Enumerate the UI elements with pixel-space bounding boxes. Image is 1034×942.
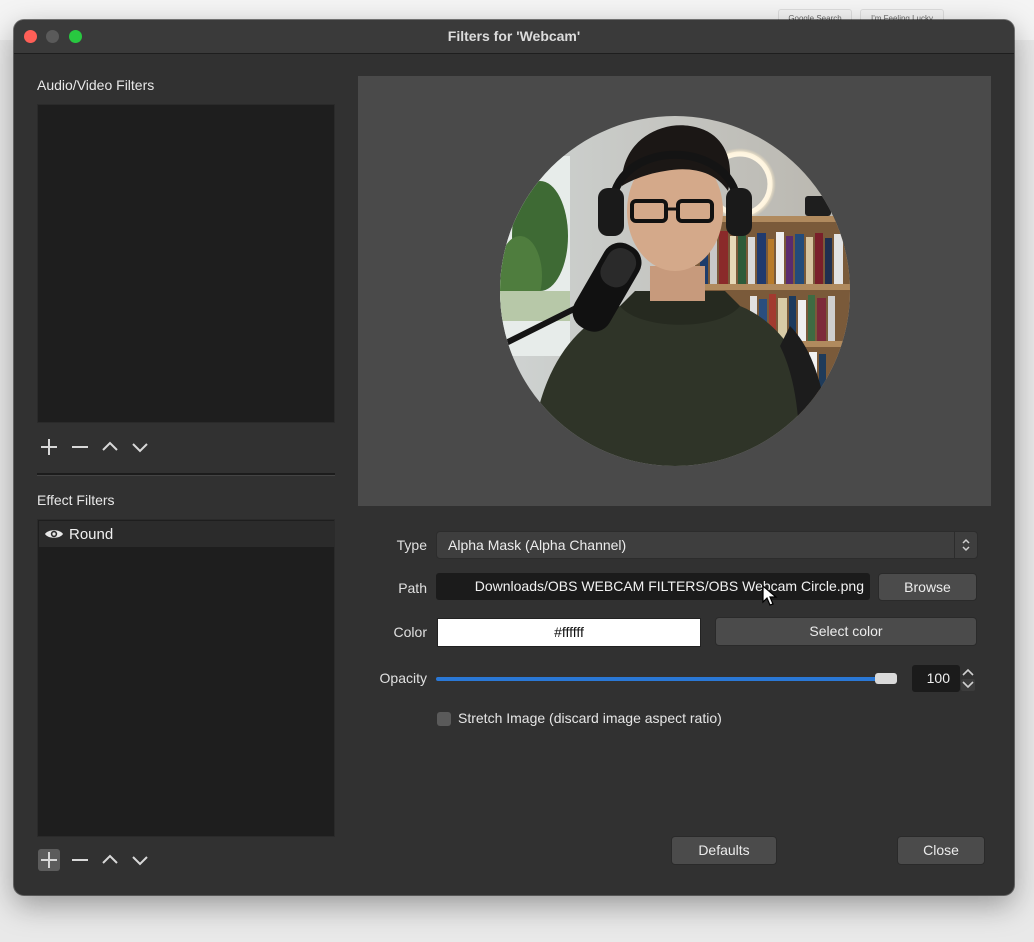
effect-filters-label: Effect Filters [37, 492, 115, 508]
opacity-slider[interactable] [436, 677, 881, 681]
eye-icon[interactable] [43, 526, 65, 542]
av-filters-list[interactable] [37, 104, 335, 423]
color-label: Color [393, 624, 427, 640]
chevron-up-icon [102, 854, 118, 864]
filters-window: Filters for 'Webcam' Audio/Video Filters… [14, 20, 1014, 895]
close-button[interactable]: Close [897, 836, 985, 865]
list-item[interactable]: Round [39, 521, 335, 547]
select-color-button[interactable]: Select color [715, 617, 977, 646]
type-select[interactable]: Alpha Mask (Alpha Channel) [436, 531, 978, 559]
browse-button[interactable]: Browse [878, 573, 977, 601]
opacity-stepper[interactable] [960, 666, 976, 692]
path-input-value: Downloads/OBS WEBCAM FILTERS/OBS Webcam … [474, 578, 864, 594]
type-label: Type [396, 537, 427, 553]
path-label: Path [398, 580, 427, 596]
chevron-up-icon [962, 668, 974, 676]
av-add-filter-button[interactable] [38, 436, 60, 458]
mouse-cursor-icon [762, 584, 778, 612]
effect-move-up-button[interactable] [99, 849, 121, 871]
plus-icon [41, 439, 57, 455]
opacity-label: Opacity [379, 670, 427, 686]
stretch-image-label: Stretch Image (discard image aspect rati… [458, 710, 722, 726]
chevron-down-icon [132, 443, 148, 453]
filter-preview [358, 76, 991, 506]
updown-chevron-icon [954, 532, 977, 558]
chevron-down-icon [132, 856, 148, 866]
minus-icon [72, 859, 88, 861]
av-filters-label: Audio/Video Filters [37, 77, 155, 93]
chevron-up-icon [102, 441, 118, 451]
effect-remove-filter-button[interactable] [69, 849, 91, 871]
effect-filters-list[interactable]: Round [37, 519, 335, 837]
title-bar: Filters for 'Webcam' [14, 20, 1014, 54]
opacity-spinbox[interactable]: 100 [912, 665, 960, 692]
stretch-image-checkbox[interactable] [437, 712, 451, 726]
defaults-button[interactable]: Defaults [671, 836, 777, 865]
type-select-value: Alpha Mask (Alpha Channel) [448, 537, 627, 553]
av-remove-filter-button[interactable] [69, 436, 91, 458]
color-swatch: #ffffff [437, 618, 701, 647]
window-title: Filters for 'Webcam' [447, 28, 581, 44]
panel-separator [37, 473, 335, 476]
effect-move-down-button[interactable] [129, 849, 151, 871]
webcam-preview-image [500, 116, 850, 466]
minus-icon [72, 446, 88, 448]
av-move-down-button[interactable] [129, 436, 151, 458]
filter-name: Round [69, 525, 114, 543]
effect-add-filter-button[interactable] [38, 849, 60, 871]
plus-icon [41, 852, 57, 868]
path-input[interactable]: Downloads/OBS WEBCAM FILTERS/OBS Webcam … [436, 573, 870, 600]
opacity-slider-handle[interactable] [875, 673, 897, 684]
av-move-up-button[interactable] [99, 436, 121, 458]
